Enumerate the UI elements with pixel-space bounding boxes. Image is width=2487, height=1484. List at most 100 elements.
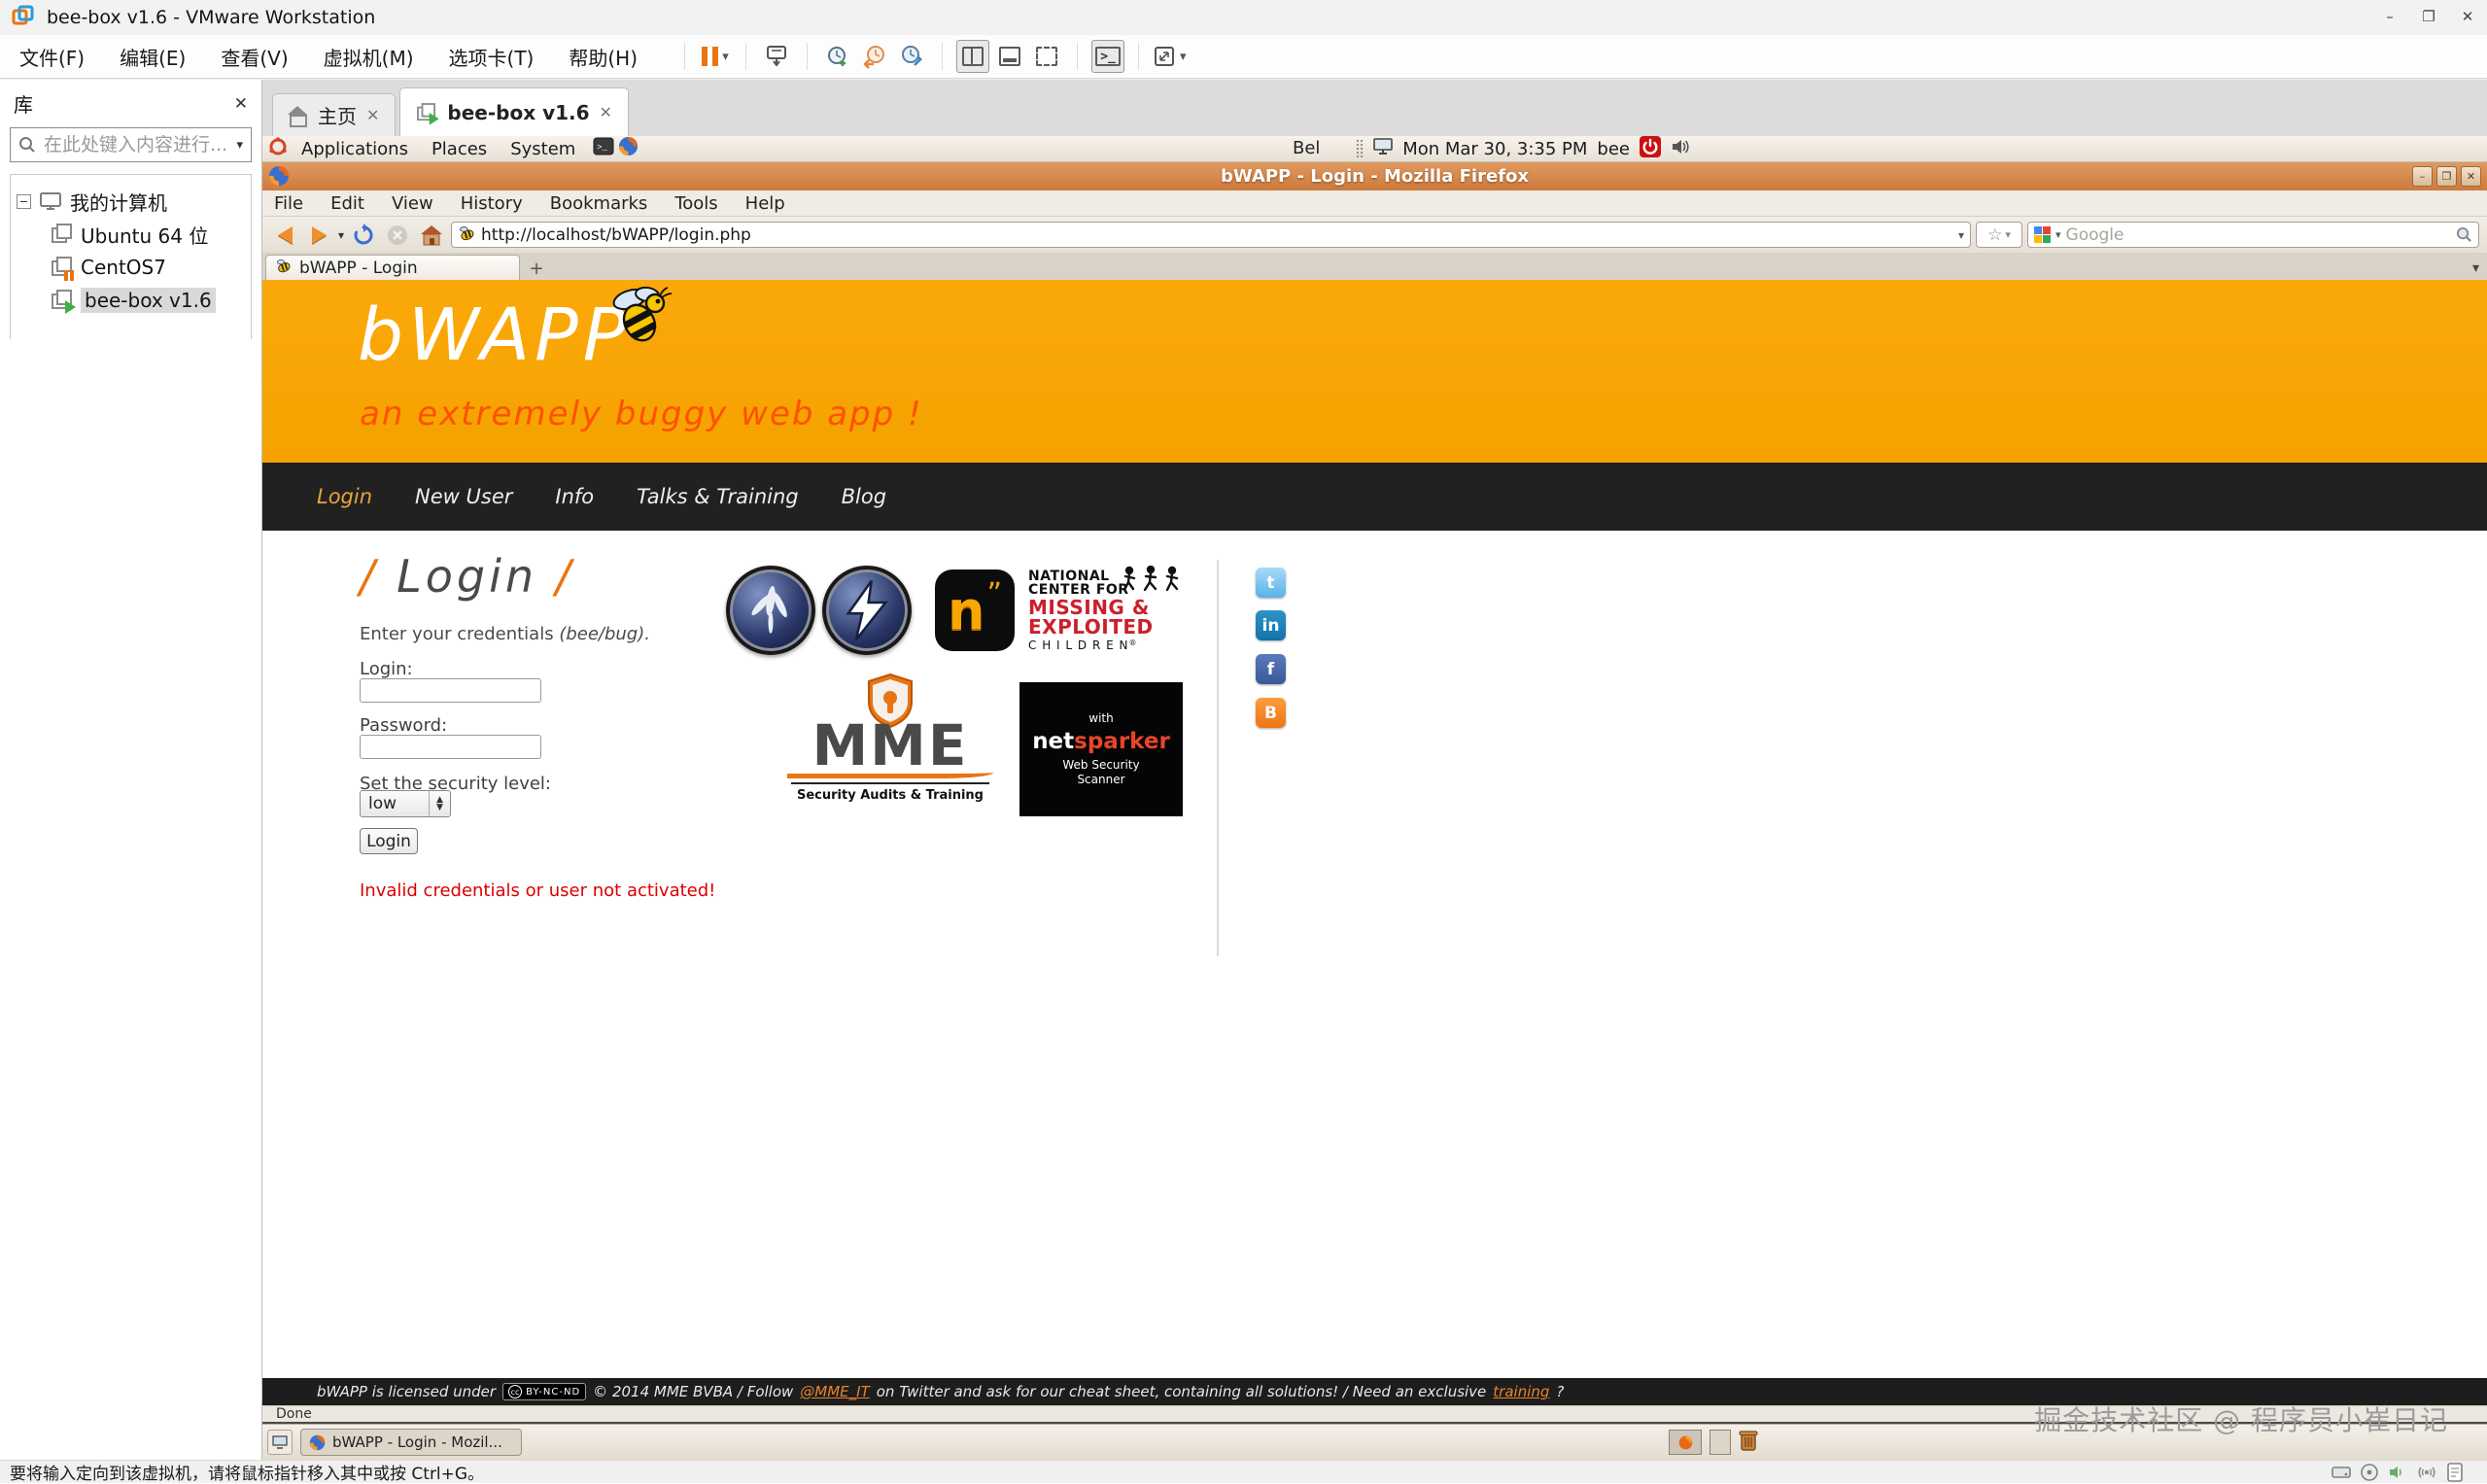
- cdrom-icon[interactable]: [2360, 1464, 2379, 1481]
- tree-item-centos7[interactable]: CentOS7: [17, 251, 245, 284]
- ncmec-logo[interactable]: NATIONAL CENTER FOR MISSING & EXPLOITED …: [1028, 569, 1174, 652]
- linkedin-icon[interactable]: in: [1256, 610, 1286, 640]
- nav-login[interactable]: Login: [317, 485, 372, 508]
- search-engine-caret-icon[interactable]: ▾: [2055, 228, 2061, 241]
- nibbler-logo[interactable]: n”: [935, 569, 1015, 651]
- terminal-launcher-icon[interactable]: >_: [593, 137, 614, 160]
- firefox-titlebar[interactable]: bWAPP - Login - Mozilla Firefox – ❐ ✕: [262, 162, 2487, 190]
- url-bar[interactable]: ▾: [451, 222, 1971, 248]
- ff-menu-tools[interactable]: Tools: [674, 193, 717, 214]
- tab-close-icon[interactable]: ✕: [600, 103, 612, 121]
- menu-vm[interactable]: 虚拟机(M): [324, 43, 414, 71]
- firefox-tab-bwapp[interactable]: bWAPP - Login: [265, 255, 520, 280]
- menu-file[interactable]: 文件(F): [19, 43, 85, 71]
- tab-close-icon[interactable]: ✕: [366, 106, 379, 124]
- library-search[interactable]: ▾: [10, 127, 252, 162]
- fullscreen-button[interactable]: [1030, 40, 1063, 73]
- revert-snapshot-button[interactable]: [858, 40, 891, 73]
- workspace-switcher-empty[interactable]: [1710, 1430, 1731, 1455]
- ff-menu-help[interactable]: Help: [745, 193, 785, 214]
- harddisk-icon[interactable]: [2332, 1464, 2351, 1481]
- firefox-maximize-button[interactable]: ❐: [2436, 166, 2457, 187]
- tab-home[interactable]: 主页 ✕: [272, 93, 396, 136]
- taskbar-firefox-task[interactable]: bWAPP - Login - Mozil...: [300, 1429, 522, 1456]
- netsparker-logo[interactable]: with netsparker Web SecurityScanner: [1019, 682, 1183, 816]
- sound-icon[interactable]: [2388, 1464, 2407, 1481]
- firefox-launcher-icon[interactable]: [618, 136, 639, 161]
- ctrl-alt-del-button[interactable]: [760, 40, 793, 73]
- ff-menu-history[interactable]: History: [461, 193, 523, 214]
- expander-icon[interactable]: [17, 194, 31, 209]
- mme-it-link[interactable]: @MME_IT: [800, 1383, 869, 1400]
- nav-new-user[interactable]: New User: [415, 485, 512, 508]
- minimize-button[interactable]: –: [2370, 0, 2409, 33]
- back-button[interactable]: [270, 221, 299, 250]
- workspace-switcher-active[interactable]: [1669, 1430, 1702, 1455]
- close-button[interactable]: ✕: [2448, 0, 2487, 33]
- menu-edit[interactable]: 编辑(E): [120, 43, 186, 71]
- panel-grip-handle[interactable]: [1356, 139, 1364, 158]
- message-log-icon[interactable]: [2446, 1463, 2464, 1482]
- library-close-icon[interactable]: ✕: [234, 94, 248, 114]
- web-search-input[interactable]: [2066, 225, 2451, 245]
- take-snapshot-button[interactable]: [821, 40, 854, 73]
- new-tab-button[interactable]: +: [520, 257, 553, 280]
- ff-menu-view[interactable]: View: [392, 193, 433, 214]
- nav-info[interactable]: Info: [555, 485, 594, 508]
- search-filter-caret-icon[interactable]: ▾: [236, 138, 243, 153]
- twitter-icon[interactable]: t: [1256, 568, 1286, 598]
- user-applet[interactable]: bee: [1597, 139, 1630, 159]
- tree-item-ubuntu[interactable]: Ubuntu 64 位: [17, 218, 245, 251]
- history-caret-icon[interactable]: ▾: [338, 228, 344, 242]
- clock-applet[interactable]: Mon Mar 30, 3:35 PM: [1402, 139, 1587, 159]
- tab-bee-box[interactable]: bee-box v1.6 ✕: [399, 87, 629, 136]
- display-applet-icon[interactable]: [1373, 138, 1393, 160]
- maximize-button[interactable]: ❐: [2409, 0, 2448, 33]
- list-all-tabs-caret-icon[interactable]: ▾: [2472, 260, 2479, 276]
- tree-item-bee-box[interactable]: bee-box v1.6: [17, 284, 245, 317]
- facebook-icon[interactable]: f: [1256, 654, 1286, 684]
- trash-icon[interactable]: [1739, 1429, 1758, 1456]
- select-stepper-icon[interactable]: ▲▼: [429, 791, 450, 816]
- volume-applet-icon[interactable]: [1671, 138, 1690, 160]
- tree-item-my-computer[interactable]: 我的计算机: [17, 185, 245, 218]
- search-bar[interactable]: ▾: [2027, 222, 2479, 248]
- reload-button[interactable]: [349, 221, 378, 250]
- firefox-minimize-button[interactable]: –: [2412, 166, 2433, 187]
- applications-menu[interactable]: Applications: [292, 139, 418, 159]
- menu-tabs[interactable]: 选项卡(T): [449, 43, 535, 71]
- training-link[interactable]: training: [1493, 1383, 1549, 1400]
- library-search-input[interactable]: [44, 134, 228, 155]
- menu-view[interactable]: 查看(V): [221, 43, 288, 71]
- shutdown-applet-icon[interactable]: [1640, 136, 1661, 162]
- cc-license-badge[interactable]: cc BY-NC-ND: [502, 1383, 586, 1400]
- console-view-button[interactable]: >_: [1091, 40, 1124, 73]
- login-input[interactable]: [360, 678, 541, 703]
- zap-logo[interactable]: [822, 566, 912, 655]
- places-menu[interactable]: Places: [422, 139, 497, 159]
- url-dropdown-caret-icon[interactable]: ▾: [1958, 228, 1964, 242]
- stop-button[interactable]: [383, 221, 412, 250]
- show-desktop-button[interactable]: [267, 1430, 293, 1455]
- bookmark-star-button[interactable]: ☆ ▾: [1976, 222, 2022, 248]
- password-input[interactable]: [360, 735, 541, 759]
- url-input[interactable]: [481, 225, 1952, 245]
- login-submit-button[interactable]: Login: [360, 828, 418, 854]
- firefox-close-button[interactable]: ✕: [2461, 166, 2481, 187]
- system-menu[interactable]: System: [501, 139, 585, 159]
- ff-menu-edit[interactable]: Edit: [330, 193, 364, 214]
- nav-blog[interactable]: Blog: [842, 485, 886, 508]
- manage-snapshots-button[interactable]: [895, 40, 928, 73]
- forward-button[interactable]: [304, 221, 333, 250]
- network-adapter-icon[interactable]: [2416, 1464, 2437, 1481]
- ff-menu-bookmarks[interactable]: Bookmarks: [550, 193, 648, 214]
- owasp-logo[interactable]: [726, 566, 815, 655]
- fit-guest-button[interactable]: ▾: [1153, 40, 1187, 73]
- security-level-select[interactable]: low ▲▼: [360, 790, 451, 817]
- show-thumbnail-bar-button[interactable]: [993, 40, 1026, 73]
- nav-talks-training[interactable]: Talks & Training: [637, 485, 798, 508]
- suspend-vm-button[interactable]: ▾: [699, 40, 732, 73]
- ff-menu-file[interactable]: File: [274, 193, 303, 214]
- menu-help[interactable]: 帮助(H): [569, 43, 638, 71]
- show-library-button[interactable]: [956, 40, 989, 73]
